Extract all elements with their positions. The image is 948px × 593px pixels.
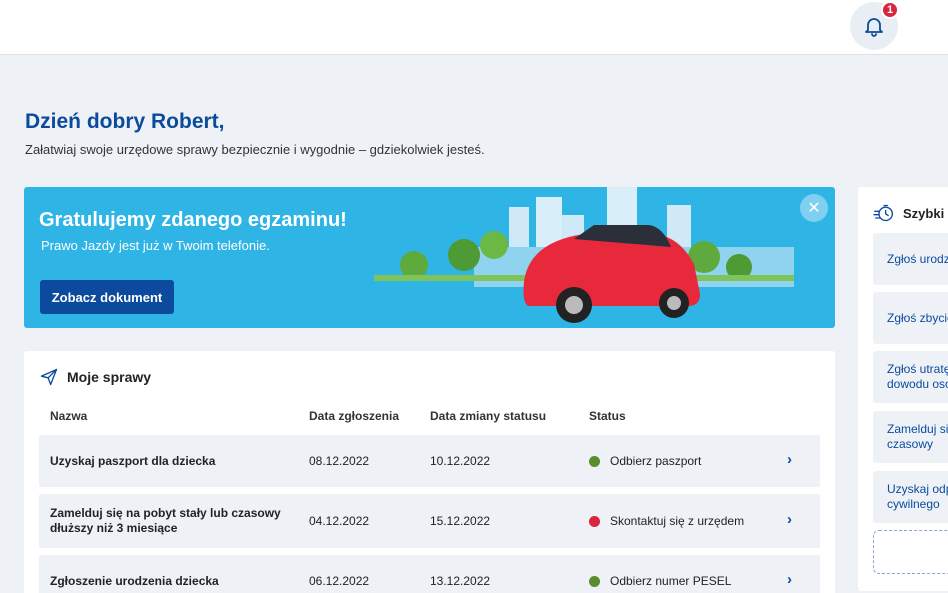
- stopwatch-icon: [873, 204, 893, 222]
- view-document-button[interactable]: Zobacz dokument: [40, 280, 174, 314]
- table-row[interactable]: Zgłoszenie urodzenia dziecka 06.12.2022 …: [39, 555, 820, 593]
- close-icon[interactable]: ✕: [800, 194, 828, 222]
- case-name: Zgłoszenie urodzenia dziecka: [50, 574, 219, 588]
- chevron-right-icon[interactable]: ›: [787, 451, 792, 468]
- quick-action-register-residence[interactable]: Zamelduj si czasowy: [873, 411, 948, 463]
- case-status: Odbierz paszport: [610, 454, 702, 468]
- case-submitted-date: 08.12.2022: [309, 454, 370, 468]
- my-cases-panel: Moje sprawy Nazwa Data zgłoszenia Data z…: [24, 351, 835, 593]
- bell-icon: [865, 18, 883, 37]
- quick-actions-header: Szybki d: [873, 203, 948, 223]
- quick-action-sale[interactable]: Zgłoś zbycie: [873, 292, 948, 344]
- my-cases-header: Moje sprawy: [39, 367, 151, 387]
- chevron-right-icon[interactable]: ›: [787, 511, 792, 528]
- column-header-changed: Data zmiany statusu: [430, 409, 547, 423]
- add-quick-action-slot[interactable]: [873, 530, 948, 574]
- banner-text: Prawo Jazdy jest już w Twoim telefonie.: [41, 238, 270, 253]
- case-submitted-date: 06.12.2022: [309, 574, 370, 588]
- case-changed-date: 15.12.2022: [430, 514, 491, 528]
- page-title: Dzień dobry Robert,: [25, 110, 225, 133]
- status-dot: [589, 516, 600, 527]
- column-header-name: Nazwa: [50, 409, 88, 423]
- quick-action-lost-id[interactable]: Zgłoś utratę dowodu oso: [873, 351, 948, 403]
- city-car-illustration: [374, 187, 794, 323]
- status-dot: [589, 576, 600, 587]
- promo-banner: Gratulujemy zdanego egzaminu! Prawo Jazd…: [24, 187, 835, 328]
- case-submitted-date: 04.12.2022: [309, 514, 370, 528]
- notification-badge: 1: [881, 1, 899, 19]
- quick-action-birth[interactable]: Zgłoś urodz: [873, 233, 948, 285]
- paper-plane-icon: [40, 368, 58, 386]
- case-changed-date: 13.12.2022: [430, 574, 491, 588]
- case-status: Skontaktuj się z urzędem: [610, 514, 745, 528]
- table-row[interactable]: Zamelduj się na pobyt stały lub czasowy …: [39, 494, 820, 548]
- page-subtitle: Załatwiaj swoje urzędowe sprawy bezpiecz…: [25, 142, 485, 157]
- chevron-right-icon[interactable]: ›: [787, 571, 792, 588]
- case-name: Zamelduj się na pobyt stały lub czasowy …: [50, 506, 281, 535]
- my-cases-title: Moje sprawy: [67, 369, 152, 385]
- column-header-status: Status: [589, 409, 626, 423]
- top-bar: [0, 0, 948, 55]
- case-changed-date: 10.12.2022: [430, 454, 491, 468]
- table-row[interactable]: Uzyskaj paszport dla dziecka 08.12.2022 …: [39, 435, 820, 487]
- quick-actions-panel: Szybki d Zgłoś urodz Zgłoś zbycie Zgłoś …: [858, 187, 948, 591]
- quick-actions-title: Szybki d: [903, 205, 948, 221]
- status-dot: [589, 456, 600, 467]
- quick-action-civil-record[interactable]: Uzyskaj odp cywilnego: [873, 471, 948, 523]
- banner-title: Gratulujemy zdanego egzaminu!: [39, 209, 347, 231]
- case-name: Uzyskaj paszport dla dziecka: [50, 454, 216, 468]
- column-header-submitted: Data zgłoszenia: [309, 409, 400, 423]
- case-status: Odbierz numer PESEL: [610, 574, 732, 588]
